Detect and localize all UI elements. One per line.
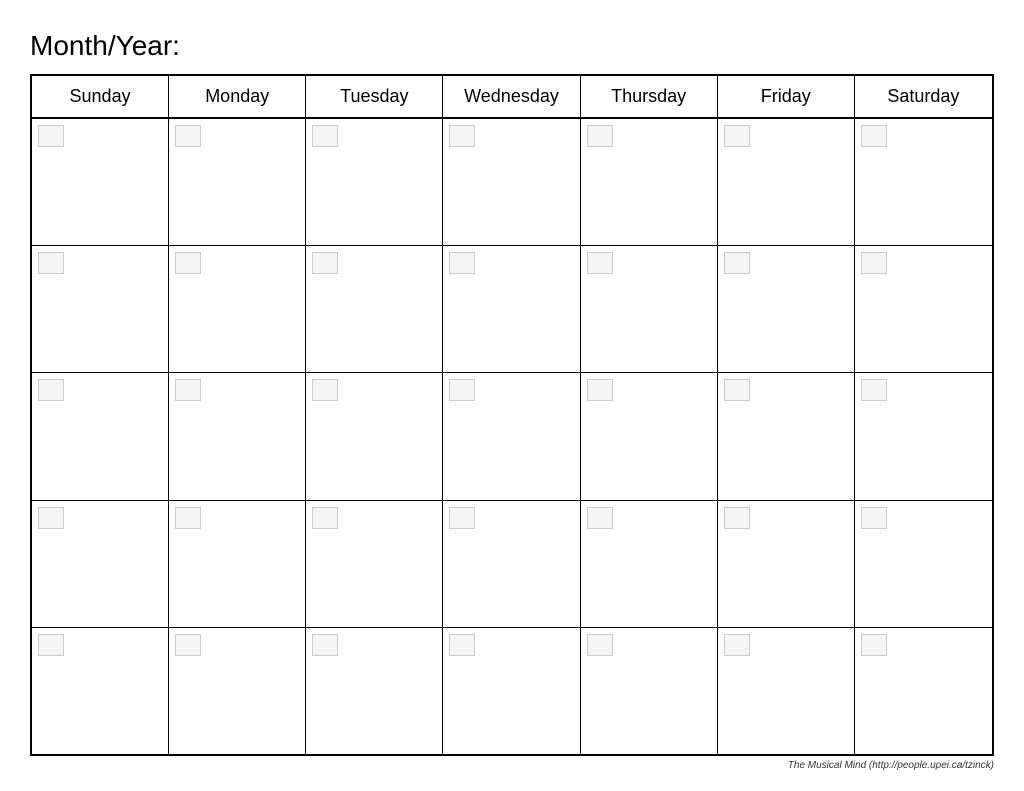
calendar-cell[interactable] (169, 628, 306, 754)
date-number-box (38, 252, 64, 274)
calendar-cell[interactable] (855, 501, 992, 627)
calendar-cell[interactable] (443, 628, 580, 754)
date-number-box (38, 125, 64, 147)
calendar-cell[interactable] (581, 246, 718, 372)
date-number-box (861, 634, 887, 656)
date-number-box (861, 252, 887, 274)
date-number-box (175, 379, 201, 401)
calendar-cell[interactable] (718, 119, 855, 245)
header-day-wednesday: Wednesday (443, 76, 580, 117)
calendar-row-1 (32, 119, 992, 246)
calendar-row-3 (32, 373, 992, 500)
calendar-cell[interactable] (32, 246, 169, 372)
date-number-box (449, 634, 475, 656)
date-number-box (38, 634, 64, 656)
calendar-cell[interactable] (169, 501, 306, 627)
calendar-cell[interactable] (169, 119, 306, 245)
date-number-box (587, 379, 613, 401)
footer-credit: The Musical Mind (http://people.upei.ca/… (30, 756, 994, 771)
date-number-box (587, 634, 613, 656)
calendar-cell[interactable] (169, 246, 306, 372)
calendar-cell[interactable] (306, 501, 443, 627)
calendar-cell[interactable] (718, 373, 855, 499)
calendar-cell[interactable] (32, 373, 169, 499)
calendar-cell[interactable] (581, 628, 718, 754)
calendar-cell[interactable] (443, 246, 580, 372)
calendar-cell[interactable] (32, 628, 169, 754)
calendar-row-2 (32, 246, 992, 373)
date-number-box (312, 379, 338, 401)
calendar-container: SundayMondayTuesdayWednesdayThursdayFrid… (30, 74, 994, 756)
date-number-box (175, 252, 201, 274)
date-number-box (587, 252, 613, 274)
calendar-cell[interactable] (306, 119, 443, 245)
calendar-cell[interactable] (855, 373, 992, 499)
calendar-cell[interactable] (718, 628, 855, 754)
calendar-cell[interactable] (855, 628, 992, 754)
calendar-cell[interactable] (32, 501, 169, 627)
date-number-box (449, 379, 475, 401)
date-number-box (861, 125, 887, 147)
calendar-cell[interactable] (169, 373, 306, 499)
header-day-sunday: Sunday (32, 76, 169, 117)
calendar-cell[interactable] (581, 119, 718, 245)
date-number-box (861, 507, 887, 529)
date-number-box (312, 252, 338, 274)
calendar-cell[interactable] (718, 501, 855, 627)
header-day-saturday: Saturday (855, 76, 992, 117)
date-number-box (449, 507, 475, 529)
calendar-cell[interactable] (581, 501, 718, 627)
calendar-cell[interactable] (306, 373, 443, 499)
date-number-box (449, 252, 475, 274)
date-number-box (312, 125, 338, 147)
date-number-box (312, 634, 338, 656)
calendar-row-4 (32, 501, 992, 628)
calendar-cell[interactable] (443, 501, 580, 627)
calendar-cell[interactable] (581, 373, 718, 499)
date-number-box (38, 507, 64, 529)
date-number-box (861, 379, 887, 401)
calendar-row-5 (32, 628, 992, 754)
calendar-cell[interactable] (855, 119, 992, 245)
calendar-cell[interactable] (443, 373, 580, 499)
calendar-cell[interactable] (32, 119, 169, 245)
date-number-box (587, 125, 613, 147)
date-number-box (38, 379, 64, 401)
calendar-cell[interactable] (443, 119, 580, 245)
calendar-cell[interactable] (306, 246, 443, 372)
date-number-box (175, 634, 201, 656)
date-number-box (312, 507, 338, 529)
date-number-box (724, 379, 750, 401)
calendar-body (32, 119, 992, 754)
calendar-cell[interactable] (718, 246, 855, 372)
header-day-tuesday: Tuesday (306, 76, 443, 117)
header-day-friday: Friday (718, 76, 855, 117)
date-number-box (449, 125, 475, 147)
header-day-monday: Monday (169, 76, 306, 117)
date-number-box (724, 507, 750, 529)
calendar-cell[interactable] (306, 628, 443, 754)
date-number-box (724, 634, 750, 656)
date-number-box (587, 507, 613, 529)
page: Month/Year: SundayMondayTuesdayWednesday… (0, 0, 1024, 791)
date-number-box (175, 507, 201, 529)
date-number-box (175, 125, 201, 147)
calendar-cell[interactable] (855, 246, 992, 372)
date-number-box (724, 125, 750, 147)
month-year-label[interactable]: Month/Year: (30, 30, 994, 62)
date-number-box (724, 252, 750, 274)
header-day-thursday: Thursday (581, 76, 718, 117)
calendar-header: SundayMondayTuesdayWednesdayThursdayFrid… (32, 76, 992, 119)
